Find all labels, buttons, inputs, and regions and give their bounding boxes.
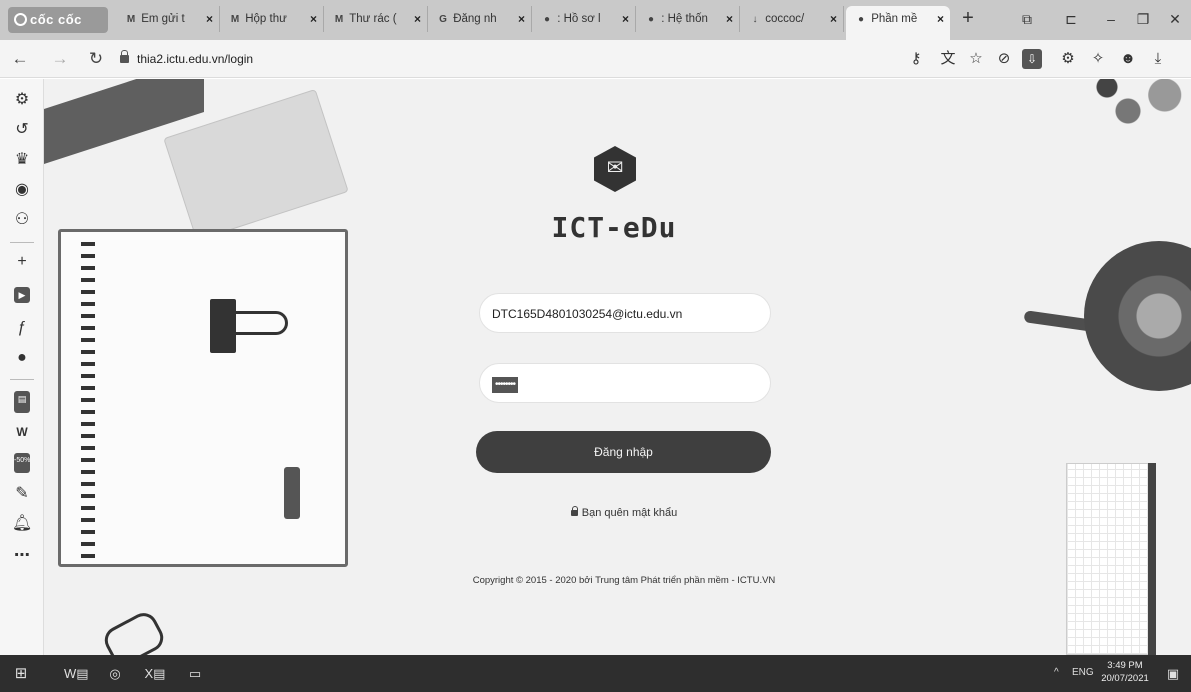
close-tab-icon[interactable]: ×	[310, 6, 317, 32]
key-icon[interactable]: ⚷	[906, 49, 926, 69]
google-icon: G	[439, 14, 447, 25]
add-icon[interactable]: +	[11, 251, 33, 273]
notepad-decoration	[1066, 463, 1154, 655]
password-field[interactable]: ••••••••	[479, 363, 771, 403]
notification-icon[interactable]: ▣	[1162, 663, 1184, 685]
site-icon: ●	[647, 14, 655, 25]
ict-edu-logo-icon	[594, 146, 636, 192]
restore-button[interactable]: ❐	[1132, 8, 1154, 30]
flowers-decoration	[1086, 79, 1191, 159]
login-button[interactable]: Đăng nhập	[476, 431, 771, 473]
copyright-text: Copyright © 2015 - 2020 bởi Trung tâm Ph…	[472, 575, 776, 586]
word-app-icon[interactable]: W▤	[64, 663, 89, 685]
close-window-button[interactable]: ✕	[1164, 8, 1186, 30]
gamepad-icon[interactable]: ⚇	[11, 209, 33, 231]
reload-icon[interactable]: ↻	[86, 49, 106, 69]
notepad-band-decoration	[1148, 463, 1156, 655]
close-tab-icon[interactable]: ×	[830, 6, 837, 32]
close-tab-icon[interactable]: ×	[726, 6, 733, 32]
sidebar-divider	[10, 379, 34, 380]
language-indicator[interactable]: ENG	[1072, 667, 1094, 678]
profile-icon[interactable]: ⊏	[1060, 8, 1082, 30]
youtube-icon[interactable]: ▶	[14, 287, 30, 303]
dot-app-icon[interactable]: ●	[11, 347, 33, 369]
site-brand-name: ICT-eDu	[551, 211, 677, 244]
close-tab-icon[interactable]: ×	[937, 6, 944, 32]
tab-signup[interactable]: G Đăng nh ×	[428, 6, 532, 32]
minimize-button[interactable]: –	[1100, 8, 1122, 30]
star-icon[interactable]: ☆	[966, 49, 986, 69]
browser-tab-bar: cốc cốc M Em gửi t × M Hộp thư × M Thư rác…	[0, 0, 1191, 40]
discount-app-icon[interactable]: -50%	[14, 453, 30, 473]
eraser-decoration	[284, 467, 300, 519]
login-page: ICT-eDu DTC165D4801030254@ictu.edu.vn ••…	[44, 79, 1191, 655]
brush-icon[interactable]: ✎	[11, 483, 33, 505]
extensions-icon[interactable]: ✧	[1088, 49, 1108, 69]
coccoc-logo-icon	[14, 13, 27, 26]
file-explorer-icon[interactable]: ▭	[184, 663, 206, 685]
site-icon: ●	[543, 14, 551, 25]
address-bar[interactable]: thia2.ictu.edu.vn/login	[120, 47, 880, 71]
settings-icon[interactable]: ⚙	[11, 89, 33, 111]
taskbar-clock[interactable]: 3:49 PM 20/07/2021	[1100, 659, 1150, 685]
more-icon[interactable]: ⋯	[11, 545, 33, 567]
download-icon: ↓	[752, 14, 758, 25]
tray-chevron-icon[interactable]: ^	[1054, 667, 1059, 678]
padlock-icon	[570, 506, 578, 516]
account-icon[interactable]: ☻	[1118, 49, 1138, 69]
clock-date: 20/07/2021	[1101, 673, 1149, 684]
download-site-icon[interactable]: ⇩	[1022, 49, 1042, 69]
lock-icon	[120, 50, 129, 63]
password-mask: ••••••••	[492, 376, 519, 393]
paper-clip-decoration	[99, 608, 169, 655]
close-tab-icon[interactable]: ×	[518, 6, 525, 32]
binder-clip-arm-decoration	[232, 311, 288, 335]
site-icon: ●	[857, 14, 865, 25]
close-tab-icon[interactable]: ×	[206, 6, 213, 32]
messenger-icon[interactable]: ◉	[11, 179, 33, 201]
email-field[interactable]: DTC165D4801030254@ictu.edu.vn	[479, 293, 771, 333]
gmail-icon: M	[126, 14, 136, 25]
history-icon[interactable]: ↺	[11, 119, 33, 141]
close-tab-icon[interactable]: ×	[622, 6, 629, 32]
settings-cog-icon[interactable]: ⚙	[1058, 49, 1078, 69]
tab-email-1[interactable]: M Em gửi t ×	[116, 6, 220, 32]
spiral-binding	[81, 242, 95, 558]
shield-icon[interactable]: ⊘	[994, 49, 1014, 69]
close-tab-icon[interactable]: ×	[414, 6, 421, 32]
browser-logo[interactable]: cốc cốc	[8, 7, 108, 33]
tab-download[interactable]: ↓ coccoc/×	[740, 6, 844, 32]
translate-icon[interactable]: 文	[938, 49, 958, 69]
gmail-icon: M	[334, 14, 344, 25]
tab-search-icon[interactable]: ⧉	[1016, 8, 1038, 30]
teapot-decoration	[1084, 241, 1191, 391]
back-arrow-icon[interactable]: ←	[10, 49, 30, 69]
vivid-app-icon[interactable]: W	[11, 421, 33, 443]
bell-icon[interactable]: 🔔︎	[11, 513, 33, 535]
sidebar-divider	[10, 242, 34, 243]
browser-toolbar: ← → ↻ thia2.ictu.edu.vn/login ⚷ 文 ☆ ⊘ ⇩ …	[0, 40, 1191, 78]
coccoc-taskbar-icon[interactable]: ◎	[104, 663, 126, 685]
tab-profile[interactable]: ● : Hồ sơ l ×	[532, 6, 636, 32]
forgot-password-link[interactable]: Bạn quên mật khẩu	[524, 506, 724, 519]
gmail-icon: M	[230, 14, 240, 25]
notes-app-icon[interactable]: ▤	[14, 391, 30, 413]
forward-arrow-icon[interactable]: →	[50, 49, 70, 69]
tab-active-software[interactable]: ● Phần mề ×	[846, 6, 950, 40]
tab-inbox[interactable]: M Hộp thư ×	[220, 6, 324, 32]
new-tab-button[interactable]: +	[957, 8, 979, 30]
tab-system[interactable]: ● : Hệ thốn ×	[636, 6, 740, 32]
tab-spam[interactable]: M Thư rác (×	[324, 6, 428, 32]
windows-start-icon[interactable]: ⊞	[10, 663, 32, 685]
facebook-icon[interactable]: ƒ	[11, 317, 33, 339]
excel-app-icon[interactable]: X▤	[144, 663, 166, 685]
browser-sidebar: ⚙ ↺ ♛ ◉ ⚇ + ▶ ƒ ● ▤ W -50% ✎ 🔔︎ ⋯	[0, 79, 44, 655]
clock-time: 3:49 PM	[1107, 660, 1143, 671]
crown-icon[interactable]: ♛	[11, 149, 33, 171]
notebook-decoration	[58, 229, 348, 567]
downloads-icon[interactable]: ⤓	[1148, 49, 1168, 69]
windows-taskbar: ⊞ W▤ ◎ X▤ ▭ ^ ENG 3:49 PM 20/07/2021 ▣	[0, 655, 1191, 692]
